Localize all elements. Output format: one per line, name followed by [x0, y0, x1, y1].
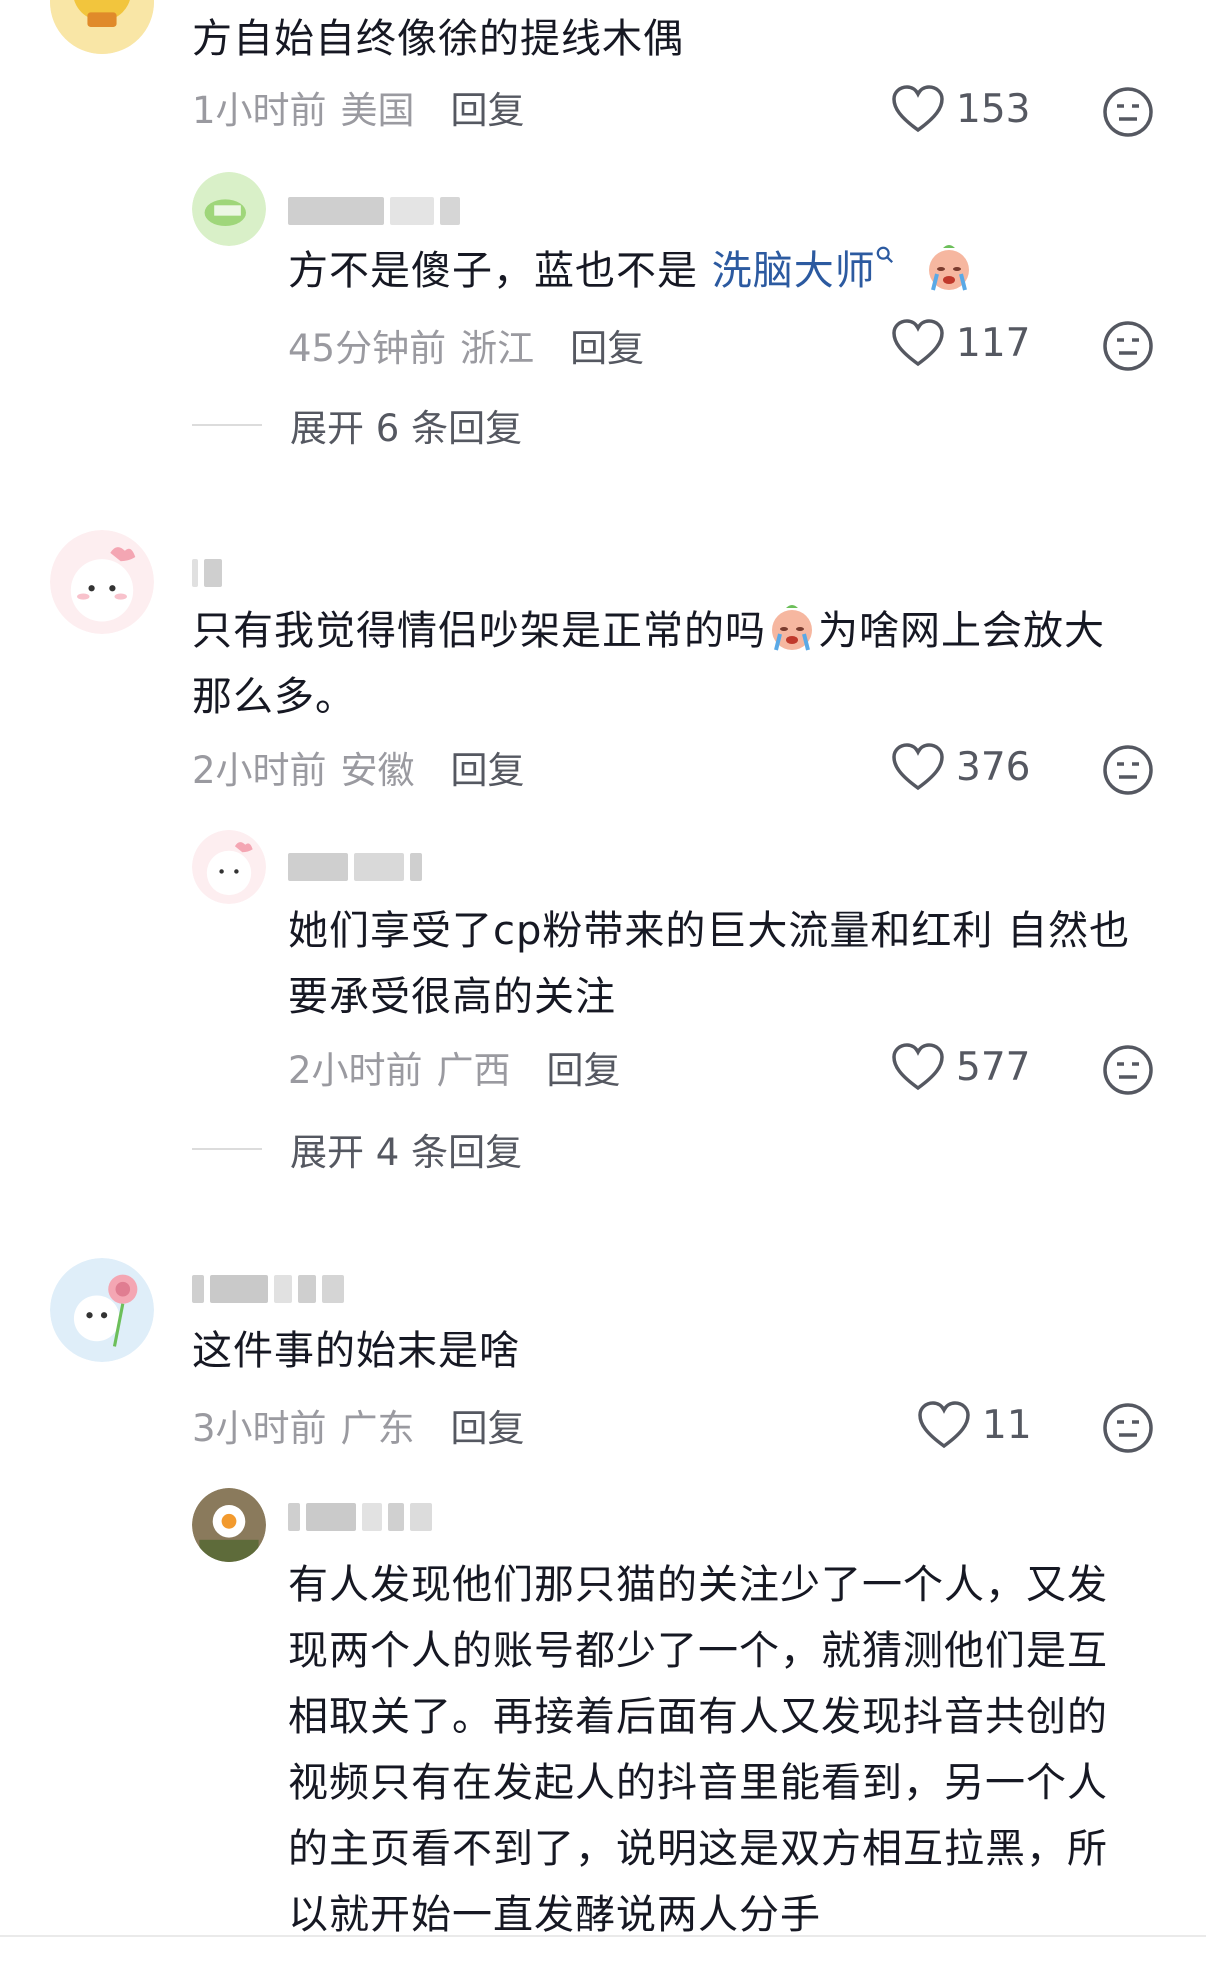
like-button[interactable]: 577: [890, 1042, 1030, 1092]
comment-meta: 1小时前 美国 回复: [192, 80, 525, 134]
comment-text: 她们享受了cp粉带来的巨大流量和红利 自然也要承受很高的关注: [288, 908, 1131, 1020]
comment-meta: 2小时前 安徽 回复: [192, 740, 525, 794]
like-count: 117: [956, 320, 1031, 366]
like-count: 153: [956, 86, 1031, 132]
comment-text: 这件事的始末是啥: [192, 1328, 520, 1374]
username-blurred[interactable]: [192, 556, 222, 590]
divider: [192, 1148, 262, 1150]
crying-emoji-icon: [772, 605, 812, 651]
expand-replies-label: 展开 6 条回复: [290, 407, 523, 450]
comment-text: 只有我觉得情侣吵架是正常的吗 为啥网上会放大那么多。: [192, 598, 1132, 730]
comment-text: 有人发现他们那只猫的关注少了一个人，又发现两个人的账号都少了一个，就猜测他们是互…: [288, 1562, 1108, 1935]
comment-location: 安徽: [340, 749, 415, 792]
comment-time: 2小时前: [192, 749, 327, 792]
divider: [0, 1935, 1206, 1937]
expand-replies-button[interactable]: 展开 4 条回复: [192, 1122, 522, 1176]
heart-icon: [892, 319, 944, 367]
like-button[interactable]: 11: [916, 1400, 1032, 1450]
comment-location: 浙江: [460, 327, 535, 370]
dislike-face-icon[interactable]: [1102, 86, 1154, 138]
comment-text: 方不是傻子，蓝也不是 洗脑大师: [288, 238, 975, 304]
reply-button[interactable]: 回复: [547, 1040, 621, 1094]
reply-button[interactable]: 回复: [570, 318, 644, 372]
like-button[interactable]: 117: [890, 318, 1030, 368]
reply-button[interactable]: 回复: [451, 740, 525, 794]
heart-icon: [892, 85, 944, 133]
heart-icon: [892, 1043, 944, 1091]
username-blurred[interactable]: [288, 194, 460, 228]
comment-meta: 45分钟前 浙江 回复: [288, 318, 644, 372]
dislike-face-icon[interactable]: [1102, 320, 1154, 372]
username-blurred[interactable]: [288, 1500, 432, 1534]
like-count: 577: [956, 1044, 1031, 1090]
heart-icon: [892, 743, 944, 791]
avatar[interactable]: [192, 830, 266, 904]
like-button[interactable]: 376: [890, 742, 1030, 792]
crying-emoji-icon: [929, 245, 970, 291]
avatar[interactable]: [50, 0, 154, 54]
hashtag-link[interactable]: 洗脑大师: [712, 248, 876, 294]
comment-location: 美国: [340, 89, 415, 132]
comment-time: 3小时前: [192, 1407, 327, 1450]
reply-button[interactable]: 回复: [451, 80, 525, 134]
comment-text-part: 方不是傻子，蓝也不是: [288, 248, 712, 294]
comment-time: 2小时前: [288, 1049, 423, 1092]
comment-time: 45分钟前: [288, 327, 447, 370]
comment-text-part: 只有我觉得情侣吵架是正常的吗: [192, 608, 766, 654]
divider: [192, 424, 262, 426]
comment-meta: 3小时前 广东 回复: [192, 1398, 525, 1452]
comment-location: 广东: [340, 1407, 415, 1450]
username-blurred[interactable]: [288, 850, 422, 884]
dislike-face-icon[interactable]: [1102, 1044, 1154, 1096]
expand-replies-label: 展开 4 条回复: [290, 1131, 523, 1174]
avatar[interactable]: [192, 1488, 266, 1562]
avatar[interactable]: [192, 172, 266, 246]
like-count: 376: [956, 744, 1031, 790]
expand-replies-button[interactable]: 展开 6 条回复: [192, 398, 522, 452]
avatar[interactable]: [50, 1258, 154, 1362]
reply-button[interactable]: 回复: [451, 1398, 525, 1452]
search-icon: [876, 246, 893, 263]
dislike-face-icon[interactable]: [1102, 1402, 1154, 1454]
username-blurred[interactable]: [192, 1272, 344, 1306]
like-count: 11: [982, 1402, 1032, 1448]
dislike-face-icon[interactable]: [1102, 744, 1154, 796]
comment-meta: 2小时前 广西 回复: [288, 1040, 621, 1094]
comment-time: 1小时前: [192, 89, 327, 132]
comment-text: 方自始自终像徐的提线木偶: [192, 16, 684, 62]
avatar[interactable]: [50, 530, 154, 634]
heart-icon: [918, 1401, 970, 1449]
like-button[interactable]: 153: [890, 84, 1030, 134]
comment-location: 广西: [436, 1049, 511, 1092]
